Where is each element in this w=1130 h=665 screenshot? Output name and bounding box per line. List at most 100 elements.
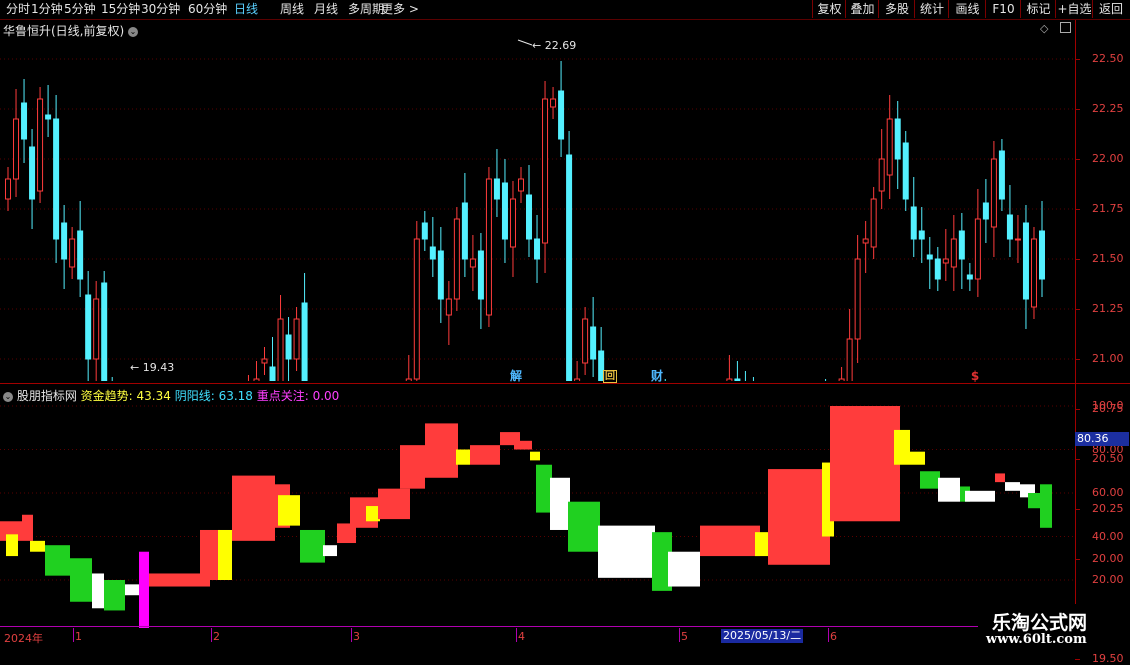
candle	[838, 367, 845, 381]
month-tick	[351, 628, 352, 642]
flag-dollar[interactable]: $	[968, 370, 982, 383]
month-label: 2	[213, 630, 220, 643]
indicator-chart	[0, 405, 1075, 628]
candle	[846, 309, 853, 381]
low-marker: ← 19.43	[130, 361, 174, 374]
candle	[734, 361, 741, 381]
toolbar-button-7[interactable]: +自选	[1055, 0, 1093, 18]
toolbar-button-5[interactable]: F10	[985, 0, 1021, 18]
candle	[910, 177, 917, 257]
candle	[45, 85, 52, 137]
chevron-down-icon[interactable]: ⌄	[128, 26, 139, 37]
indicator-block	[125, 584, 140, 596]
candle	[509, 181, 516, 277]
candle	[269, 337, 276, 381]
toolbar-button-6[interactable]: 标记	[1020, 0, 1056, 18]
toolbar-button-0[interactable]: 复权	[812, 0, 846, 18]
candle	[437, 227, 444, 323]
candle	[285, 317, 292, 381]
indicator-block	[456, 449, 470, 465]
toolbar-button-8[interactable]: 返回	[1092, 0, 1129, 18]
price-label: 22.50	[1092, 52, 1124, 65]
diamond-icon[interactable]: ◇	[1040, 22, 1048, 35]
date-axis: 2024年 1 2 3 4 5 6 2025/05/13/二	[0, 626, 980, 646]
candle	[1014, 215, 1021, 263]
period-tab-8[interactable]: 月线	[314, 1, 338, 17]
candle	[550, 87, 557, 119]
price-label: 21.50	[1092, 252, 1124, 265]
period-tab-3[interactable]: 15分钟	[101, 1, 140, 17]
candle	[517, 167, 524, 203]
indicator-block	[140, 573, 210, 587]
indicator-block	[894, 429, 910, 465]
toolbar-button-4[interactable]: 画线	[948, 0, 986, 18]
indicator-block	[938, 477, 960, 502]
indicator-block	[830, 406, 900, 522]
candle	[974, 189, 981, 297]
price-tick	[1075, 209, 1080, 210]
candle	[526, 165, 533, 257]
indicator-label: 20.00	[1092, 573, 1124, 586]
month-tick	[679, 628, 680, 642]
candle	[29, 129, 36, 229]
period-tab-10[interactable]: 更多 >	[381, 1, 419, 17]
period-tab-0[interactable]: 分时	[6, 1, 30, 17]
period-tab-2[interactable]: 5分钟	[64, 1, 96, 17]
indicator-block	[920, 471, 940, 489]
panel-separator	[0, 383, 1130, 384]
flag-finance[interactable]: 财	[650, 370, 664, 383]
candle	[950, 215, 957, 291]
indicator-block	[470, 445, 500, 465]
candle	[582, 307, 589, 375]
candle	[574, 361, 581, 381]
candle	[902, 131, 909, 211]
watermark: 乐淘公式网 www.60lt.com	[978, 604, 1130, 650]
watermark-url: www.60lt.com	[986, 632, 1087, 647]
period-tab-9[interactable]: 多周期	[348, 1, 384, 17]
flag-buyback[interactable]: 回	[603, 370, 617, 383]
candle	[485, 167, 492, 327]
period-tab-1[interactable]: 1分钟	[31, 1, 63, 17]
month-label: 5	[681, 630, 688, 643]
candle	[413, 221, 420, 381]
month-label: 4	[518, 630, 525, 643]
maximize-icon[interactable]	[1060, 22, 1071, 33]
indicator-block	[768, 469, 830, 565]
candle	[1006, 185, 1013, 257]
price-tick	[1075, 109, 1080, 110]
toolbar-button-3[interactable]: 统计	[914, 0, 949, 18]
month-tick	[73, 628, 74, 642]
candle	[966, 263, 973, 291]
date-axis-line	[0, 626, 978, 627]
indicator-block	[300, 529, 325, 563]
candle	[277, 295, 284, 381]
flag-unlock[interactable]: 解	[509, 370, 523, 383]
period-tab-6[interactable]: 日线	[234, 1, 258, 17]
price-label: 20.25	[1092, 502, 1124, 515]
candle	[934, 247, 941, 291]
indicator-current-value: 80.36	[1075, 432, 1129, 446]
indicator-block	[218, 529, 232, 580]
indicator-block	[6, 534, 18, 557]
candle	[69, 227, 76, 279]
candle	[870, 187, 877, 259]
indicator-block	[378, 488, 410, 520]
indicator-block	[755, 532, 768, 557]
indicator-block	[910, 451, 925, 465]
price-tick	[1075, 459, 1080, 460]
price-tick	[1075, 659, 1080, 660]
indicator-block	[700, 525, 760, 557]
toolbar-button-2[interactable]: 多股	[878, 0, 915, 18]
indicator-block	[965, 490, 995, 502]
price-tick	[1075, 259, 1080, 260]
candle	[101, 271, 108, 381]
period-tab-4[interactable]: 30分钟	[141, 1, 180, 17]
candle	[726, 355, 733, 381]
indicator-block	[366, 506, 380, 522]
candle	[590, 297, 597, 377]
period-tab-7[interactable]: 周线	[280, 1, 304, 17]
price-chart: ← 22.69 ← 19.43	[0, 39, 1075, 381]
toolbar-button-1[interactable]: 叠加	[845, 0, 879, 18]
period-tab-5[interactable]: 60分钟	[188, 1, 227, 17]
indicator-block	[232, 475, 275, 541]
